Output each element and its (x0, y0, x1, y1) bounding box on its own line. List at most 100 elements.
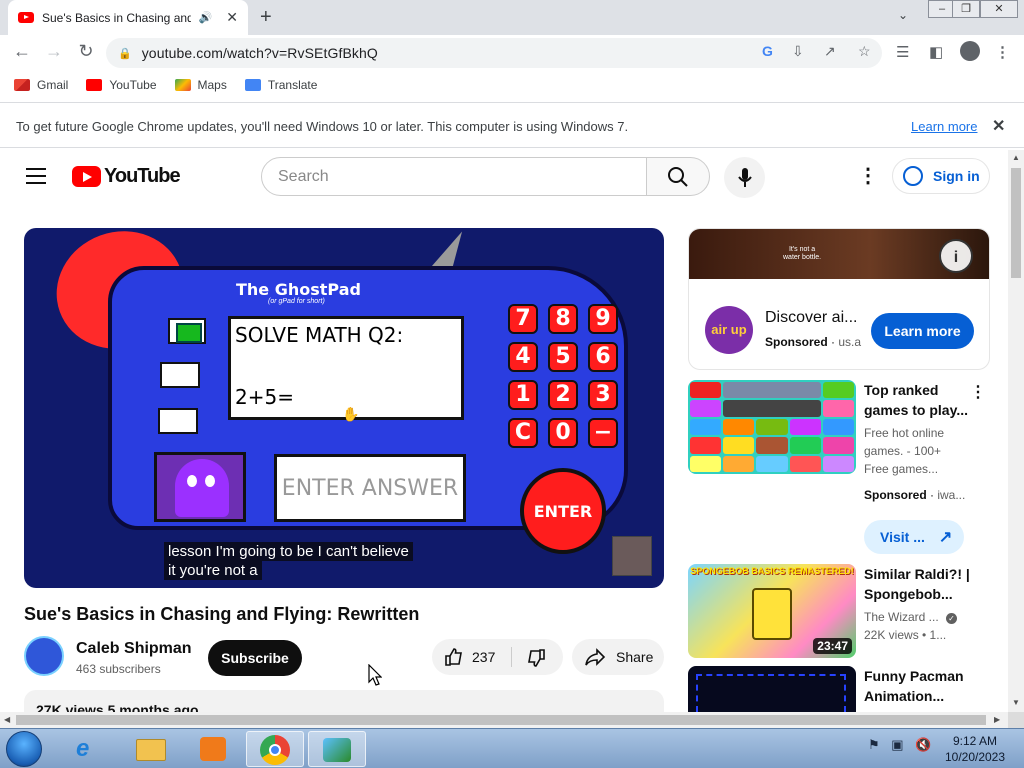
volume-muted-icon[interactable]: 🔇 (915, 737, 931, 752)
bookmark-youtube[interactable]: YouTube (86, 78, 157, 92)
ad-banner-text: water bottle. (783, 254, 822, 261)
google-lens-icon[interactable]: G (762, 43, 773, 59)
taskbar-media-player[interactable] (186, 731, 244, 767)
channel-watermark[interactable] (612, 536, 652, 576)
caption-line: it you're not a (164, 561, 262, 580)
bookmark-translate[interactable]: Translate (244, 78, 317, 92)
gmail-icon (14, 79, 30, 91)
action-center-flag-icon[interactable]: ⚑ (868, 737, 880, 752)
taskbar-ie[interactable]: e (62, 731, 120, 767)
chrome-icon (260, 735, 290, 765)
scrollbar-thumb[interactable] (1011, 168, 1021, 278)
view-count: 27K views 5 months ago (36, 702, 199, 712)
tab-title: Sue's Basics in Chasing and F (42, 10, 191, 25)
taskbar-chrome[interactable] (246, 731, 304, 767)
scrollbar-thumb[interactable] (16, 715, 986, 725)
voice-search-button[interactable] (724, 157, 765, 198)
new-tab-button[interactable]: + (260, 6, 272, 29)
keypad-key: 8 (548, 304, 578, 334)
video-duration: 23:47 (813, 638, 852, 654)
visit-label: Visit ... (880, 529, 925, 545)
info-icon[interactable]: i (939, 239, 973, 273)
pacman-maze-graphic (696, 674, 846, 712)
profile-avatar-icon[interactable] (960, 41, 980, 61)
bookmark-maps[interactable]: Maps (174, 78, 227, 92)
rec-thumbnail[interactable]: SPONGEBOB BASICS REMASTERED! 23:47 (688, 564, 856, 658)
infobar-close-icon[interactable]: ✕ (992, 116, 1005, 136)
spongebob-graphic (752, 588, 792, 640)
keypad-key: 5 (548, 342, 578, 372)
youtube-icon (86, 79, 103, 91)
bookmark-star-icon[interactable]: ☆ (858, 43, 871, 60)
channel-avatar[interactable] (24, 636, 64, 676)
vertical-scrollbar[interactable]: ▲ ▼ (1008, 150, 1024, 712)
rec-title[interactable]: Funny Pacman Animation... (864, 666, 972, 706)
rec-thumbnail[interactable] (688, 380, 856, 474)
scroll-down-arrow-icon[interactable]: ▼ (1012, 698, 1020, 707)
browser-tab[interactable]: Sue's Basics in Chasing and F 🔊 ✕ (8, 0, 248, 35)
maps-icon (174, 79, 191, 91)
like-icon[interactable] (444, 647, 464, 667)
visit-site-button[interactable]: Visit ... ↗ (864, 520, 964, 554)
rec-thumbnail[interactable] (688, 666, 856, 712)
back-arrow-icon[interactable]: ← (10, 41, 34, 62)
scroll-right-arrow-icon[interactable]: ▶ (994, 715, 1000, 724)
clock[interactable]: 9:12 AM 10/20/2023 (940, 733, 1010, 765)
install-app-icon[interactable]: ⇩ (792, 43, 804, 60)
lock-icon[interactable]: 🔒 (118, 47, 132, 60)
tab-close-icon[interactable]: ✕ (226, 9, 238, 26)
description-box[interactable]: 27K views 5 months ago (24, 690, 664, 712)
taskbar-network-app[interactable] (308, 731, 366, 767)
learn-more-button[interactable]: Learn more (871, 313, 974, 349)
math-equation: 2+5= (235, 385, 294, 409)
forward-arrow-icon[interactable]: → (42, 41, 66, 62)
verified-check-icon: ✓ (946, 613, 958, 624)
rec-desc-line: games. - 100+ (864, 444, 942, 458)
external-link-icon: ↗ (938, 529, 953, 546)
side-panel-icon[interactable]: ◧ (929, 43, 943, 61)
youtube-logo[interactable]: YouTube (72, 165, 181, 188)
search-button[interactable] (646, 157, 710, 196)
network-icon[interactable]: ▣ (891, 737, 903, 752)
video-player[interactable]: The GhostPad (or gPad for short) SOLVE M… (24, 228, 664, 588)
subscriber-count: 463 subscribers (76, 662, 161, 676)
search-input[interactable]: Search (261, 157, 647, 196)
rec-title[interactable]: Similar Raldi?! | Spongebob... (864, 564, 972, 604)
channel-name[interactable]: Caleb Shipman (76, 640, 192, 658)
like-count[interactable]: 237 (472, 649, 495, 665)
search-placeholder: Search (278, 167, 329, 185)
rec-title[interactable]: Top ranked games to play... (864, 380, 972, 420)
ad-card[interactable]: It's not a water bottle. i air up Discove… (688, 228, 990, 370)
subscribe-button[interactable]: Subscribe (208, 640, 302, 676)
close-window-button[interactable]: ✕ (980, 0, 1018, 18)
tab-search-chevron-icon[interactable]: ⌄ (898, 8, 908, 22)
infobar-message: To get future Google Chrome updates, you… (16, 119, 629, 134)
infobar-learn-more-link[interactable]: Learn more (911, 119, 977, 134)
menu-icon[interactable] (26, 168, 46, 189)
keypad-key: 0 (548, 418, 578, 448)
chrome-menu-icon[interactable]: ⋮ (995, 43, 1010, 61)
logo-wordmark: YouTube (104, 165, 181, 187)
rec-channel-name[interactable]: The Wizard ... (864, 610, 939, 624)
dislike-icon[interactable] (526, 648, 546, 668)
sign-in-button[interactable]: Sign in (892, 158, 990, 194)
horizontal-scrollbar[interactable]: ◀ ▶ (0, 712, 1008, 728)
start-button[interactable] (6, 731, 42, 767)
rec-more-icon[interactable]: ⋮ (970, 382, 986, 402)
share-button[interactable]: Share (572, 639, 664, 675)
ad-sponsored: Sponsored · us.a (765, 335, 862, 349)
ghost-portrait (154, 452, 246, 522)
media-control-icon[interactable]: ☰ (896, 43, 909, 61)
restore-button[interactable]: ❐ (952, 0, 980, 18)
scroll-left-arrow-icon[interactable]: ◀ (4, 715, 10, 724)
taskbar-explorer[interactable] (124, 731, 182, 767)
rec-title-line: Similar Raldi?! | (864, 566, 970, 582)
share-page-icon[interactable]: ↗ (824, 43, 836, 60)
youtube-favicon-icon (18, 12, 34, 23)
bookmark-gmail[interactable]: Gmail (14, 78, 68, 92)
sign-in-label: Sign in (933, 168, 980, 184)
settings-kebab-icon[interactable]: ⋮ (858, 163, 878, 188)
speaker-icon[interactable]: 🔊 (199, 11, 213, 24)
reload-icon[interactable]: ↻ (74, 41, 98, 62)
scroll-up-arrow-icon[interactable]: ▲ (1012, 153, 1020, 162)
